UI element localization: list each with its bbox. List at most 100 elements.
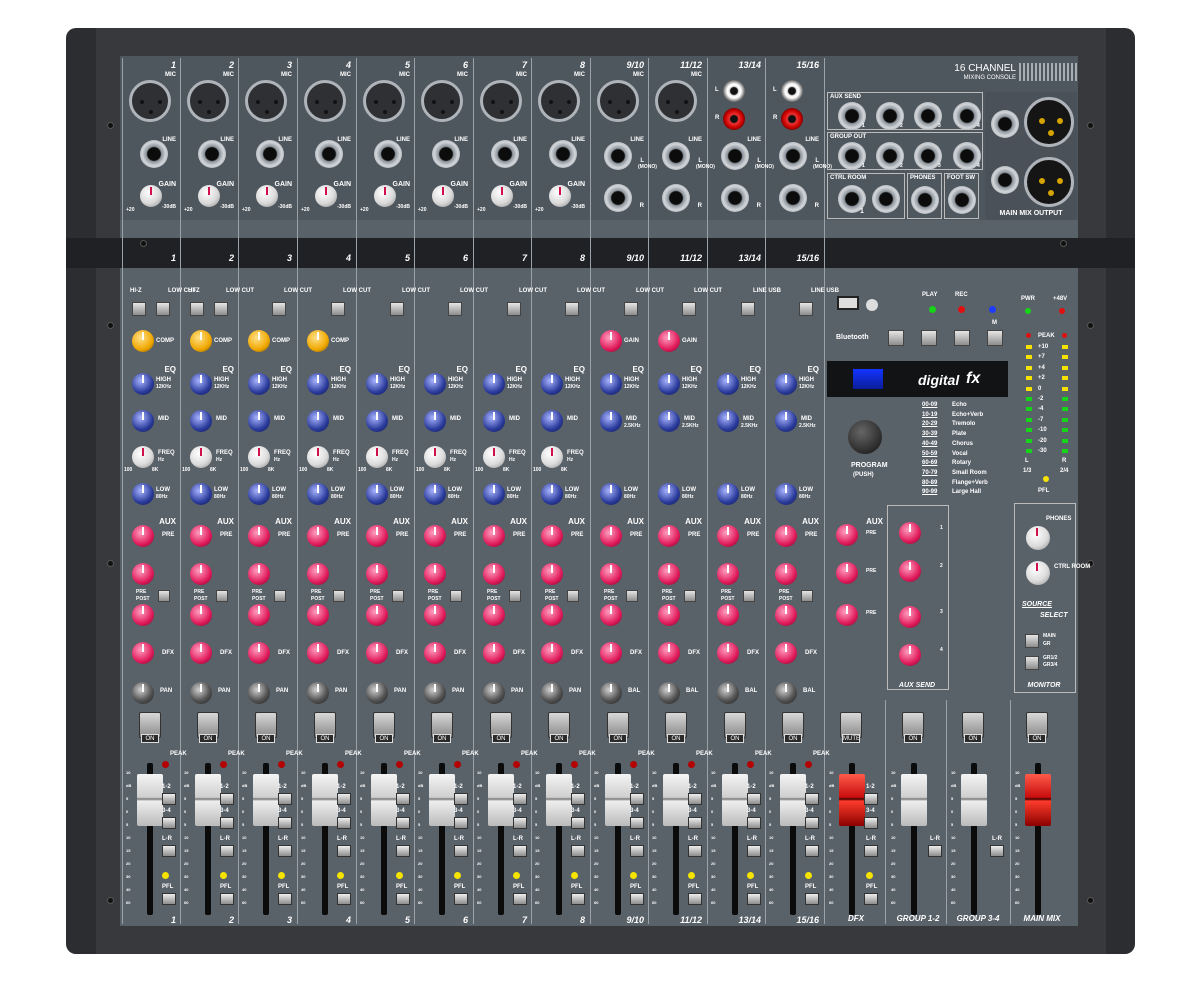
master-aux-knob-2[interactable] <box>836 562 858 584</box>
aux-send-knob-1[interactable] <box>658 525 680 547</box>
comp-knob[interactable] <box>248 330 270 352</box>
xlr-input[interactable] <box>304 80 346 122</box>
line-jack[interactable] <box>198 140 226 168</box>
gain-knob[interactable] <box>315 185 337 207</box>
ctrl-room-jack-r[interactable] <box>872 185 900 213</box>
aux-send-knob-3[interactable] <box>717 604 739 626</box>
line-jack[interactable] <box>315 140 343 168</box>
gain-knob[interactable] <box>256 185 278 207</box>
bus34-button[interactable] <box>278 817 292 829</box>
aux-send-knob-1[interactable] <box>600 525 622 547</box>
bus12-button[interactable] <box>688 793 702 805</box>
pan-knob[interactable] <box>424 682 446 704</box>
buslr-button[interactable] <box>454 845 468 857</box>
gain-knob[interactable] <box>198 185 220 207</box>
group12-lr-button[interactable] <box>928 845 942 857</box>
comp-knob[interactable] <box>132 330 154 352</box>
lowcut-button[interactable] <box>741 302 755 316</box>
aux-send-knob-2[interactable] <box>717 563 739 585</box>
eq-high-knob[interactable] <box>717 373 739 395</box>
eq-low-knob[interactable] <box>541 483 563 505</box>
aux-send-knob-3[interactable] <box>775 604 797 626</box>
pfl-button[interactable] <box>278 893 292 905</box>
xlr-input[interactable] <box>187 80 229 122</box>
bus34-button[interactable] <box>396 817 410 829</box>
eq-low-knob[interactable] <box>717 483 739 505</box>
aux-send-master-1[interactable] <box>899 522 921 544</box>
aux-send-knob-1[interactable] <box>775 525 797 547</box>
master-fader[interactable] <box>839 774 865 826</box>
rca-jack-r[interactable] <box>781 108 803 130</box>
aux-send-knob-1[interactable] <box>190 525 212 547</box>
eq-mid-knob[interactable] <box>424 410 446 432</box>
buslr-button[interactable] <box>278 845 292 857</box>
eq-mid-knob[interactable] <box>483 410 505 432</box>
line-jack[interactable] <box>549 140 577 168</box>
pfl-button[interactable] <box>571 893 585 905</box>
dfx-buslr-button[interactable] <box>864 845 878 857</box>
eq-low-knob[interactable] <box>307 483 329 505</box>
aux-send-master-2[interactable] <box>899 560 921 582</box>
bus12-button[interactable] <box>162 793 176 805</box>
pre-post-button[interactable] <box>684 590 696 602</box>
eq-freq-knob[interactable] <box>307 446 329 468</box>
aux-send-knob-3[interactable] <box>248 604 270 626</box>
aux-send-knob-3[interactable] <box>190 604 212 626</box>
bus12-button[interactable] <box>396 793 410 805</box>
aux-send-knob-4[interactable] <box>717 642 739 664</box>
aux-send-knob-4[interactable] <box>307 642 329 664</box>
gain-knob[interactable] <box>140 185 162 207</box>
eq-freq-knob[interactable] <box>248 446 270 468</box>
bus34-button[interactable] <box>571 817 585 829</box>
pfl-button[interactable] <box>805 893 819 905</box>
eq-low-knob[interactable] <box>658 483 680 505</box>
bus34-button[interactable] <box>162 817 176 829</box>
master-fader[interactable] <box>1025 774 1051 826</box>
pre-post-button[interactable] <box>626 590 638 602</box>
eq-high-knob[interactable] <box>248 373 270 395</box>
gain-knob[interactable] <box>491 185 513 207</box>
aux-send-knob-2[interactable] <box>307 563 329 585</box>
buslr-button[interactable] <box>162 845 176 857</box>
channel-fader[interactable] <box>546 774 572 826</box>
xlr-input[interactable] <box>421 80 463 122</box>
channel-fader[interactable] <box>137 774 163 826</box>
comp-knob[interactable] <box>190 330 212 352</box>
main-out-jack-l[interactable] <box>991 110 1019 138</box>
eq-low-knob[interactable] <box>190 483 212 505</box>
line-jack[interactable] <box>256 140 284 168</box>
pre-post-button[interactable] <box>333 590 345 602</box>
aux-send-knob-2[interactable] <box>248 563 270 585</box>
eq-high-knob[interactable] <box>541 373 563 395</box>
play-pause-button[interactable] <box>888 330 904 346</box>
aux-send-knob-4[interactable] <box>600 642 622 664</box>
channel-fader[interactable] <box>429 774 455 826</box>
pre-post-button[interactable] <box>158 590 170 602</box>
aux-send-knob-3[interactable] <box>541 604 563 626</box>
pan-knob[interactable] <box>483 682 505 704</box>
eq-high-knob[interactable] <box>483 373 505 395</box>
eq-high-knob[interactable] <box>190 373 212 395</box>
line-jack[interactable] <box>374 140 402 168</box>
channel-fader[interactable] <box>312 774 338 826</box>
aux-send-knob-3[interactable] <box>132 604 154 626</box>
xlr-input[interactable] <box>597 80 639 122</box>
gain-knob[interactable] <box>600 330 622 352</box>
eq-low-knob[interactable] <box>483 483 505 505</box>
eq-low-knob[interactable] <box>424 483 446 505</box>
bus34-button[interactable] <box>337 817 351 829</box>
group34-lr-button[interactable] <box>990 845 1004 857</box>
lowcut-button[interactable] <box>156 302 170 316</box>
pre-post-button[interactable] <box>801 590 813 602</box>
aux-send-knob-2[interactable] <box>775 563 797 585</box>
line-jack-r[interactable] <box>604 184 632 212</box>
eq-high-knob[interactable] <box>307 373 329 395</box>
channel-fader[interactable] <box>488 774 514 826</box>
master-fader[interactable] <box>901 774 927 826</box>
lowcut-button[interactable] <box>624 302 638 316</box>
aux-send-knob-4[interactable] <box>132 642 154 664</box>
aux-send-knob-4[interactable] <box>424 642 446 664</box>
aux-send-knob-4[interactable] <box>248 642 270 664</box>
eq-high-knob[interactable] <box>424 373 446 395</box>
eq-low-knob[interactable] <box>600 483 622 505</box>
